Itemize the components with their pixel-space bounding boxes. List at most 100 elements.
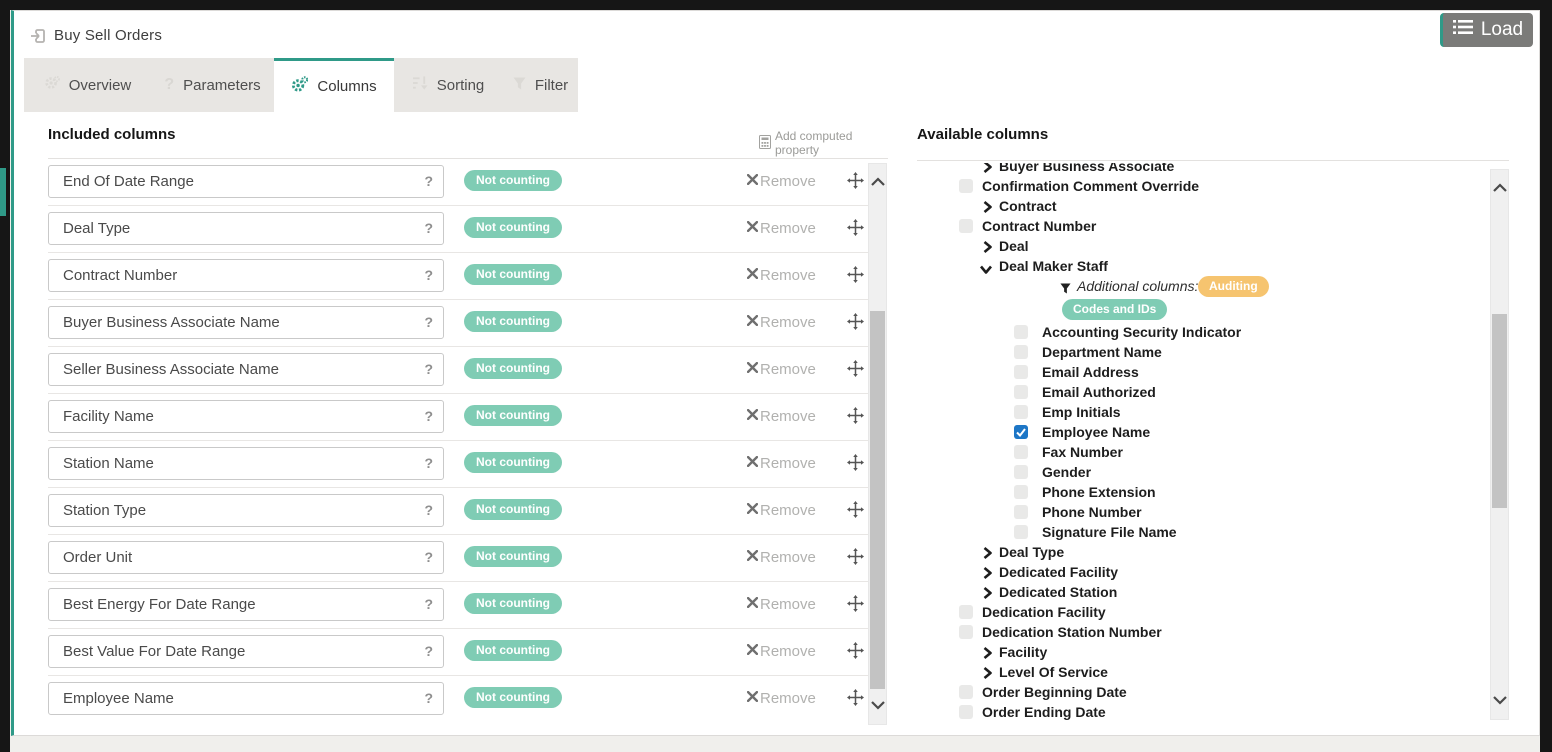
checkbox[interactable] — [1014, 405, 1028, 419]
tree-item[interactable]: Deal — [955, 236, 1485, 256]
available-list-scrollbar[interactable] — [1490, 169, 1509, 720]
checkbox[interactable] — [1014, 385, 1028, 399]
column-name-input[interactable] — [48, 306, 444, 339]
not-counting-badge[interactable]: Not counting — [464, 499, 562, 520]
checkbox[interactable] — [959, 219, 973, 233]
tree-item[interactable]: Buyer Business Associate — [955, 163, 1485, 176]
tree-item[interactable]: Dedicated Station — [955, 582, 1485, 602]
not-counting-badge[interactable]: Not counting — [464, 546, 562, 567]
remove-button[interactable]: Remove — [747, 454, 816, 472]
tree-item[interactable]: Phone Number — [955, 502, 1485, 522]
checkbox[interactable] — [1014, 345, 1028, 359]
column-name-input[interactable] — [48, 259, 444, 292]
help-question-mark[interactable]: ? — [424, 361, 433, 377]
tree-item[interactable]: Contract Number — [955, 216, 1485, 236]
chevron-down-icon[interactable] — [871, 697, 885, 715]
not-counting-badge[interactable]: Not counting — [464, 217, 562, 238]
add-computed-property-button[interactable]: Add computed property — [759, 129, 894, 157]
drag-handle-icon[interactable] — [847, 219, 865, 237]
tree-item[interactable]: Deal Type — [955, 542, 1485, 562]
help-question-mark[interactable]: ? — [424, 502, 433, 518]
additional-columns-pill[interactable]: Auditing — [1198, 276, 1269, 297]
help-question-mark[interactable]: ? — [424, 220, 433, 236]
drag-handle-icon[interactable] — [847, 642, 865, 660]
tree-item[interactable]: Department Name — [955, 342, 1485, 362]
tree-item[interactable]: Emp Initials — [955, 402, 1485, 422]
tree-item[interactable]: Phone Extension — [955, 482, 1485, 502]
help-question-mark[interactable]: ? — [424, 549, 433, 565]
drag-handle-icon[interactable] — [847, 407, 865, 425]
checkbox[interactable] — [959, 705, 973, 719]
column-name-input[interactable] — [48, 541, 444, 574]
not-counting-badge[interactable]: Not counting — [464, 687, 562, 708]
included-list-scrollbar[interactable] — [868, 163, 887, 725]
checkbox[interactable] — [1014, 525, 1028, 539]
not-counting-badge[interactable]: Not counting — [464, 593, 562, 614]
column-name-input[interactable] — [48, 494, 444, 527]
chevron-up-icon[interactable] — [871, 173, 885, 191]
checkbox[interactable] — [1014, 425, 1028, 439]
tree-item[interactable]: Dedication Station Number — [955, 622, 1485, 642]
remove-button[interactable]: Remove — [747, 642, 816, 660]
column-name-input[interactable] — [48, 635, 444, 668]
drag-handle-icon[interactable] — [847, 548, 865, 566]
help-question-mark[interactable]: ? — [424, 314, 433, 330]
help-question-mark[interactable]: ? — [424, 173, 433, 189]
tab-overview[interactable]: Overview — [24, 58, 151, 112]
help-question-mark[interactable]: ? — [424, 596, 433, 612]
column-name-input[interactable] — [48, 212, 444, 245]
column-name-input[interactable] — [48, 400, 444, 433]
tree-item[interactable]: Email Address — [955, 362, 1485, 382]
remove-button[interactable]: Remove — [747, 548, 816, 566]
tree-item[interactable]: Accounting Security Indicator — [955, 322, 1485, 342]
column-name-input[interactable] — [48, 165, 444, 198]
drag-handle-icon[interactable] — [847, 313, 865, 331]
tree-item[interactable]: Level Of Service — [955, 662, 1485, 682]
remove-button[interactable]: Remove — [747, 501, 816, 519]
remove-button[interactable]: Remove — [747, 219, 816, 237]
checkbox[interactable] — [1014, 485, 1028, 499]
not-counting-badge[interactable]: Not counting — [464, 640, 562, 661]
drag-handle-icon[interactable] — [847, 595, 865, 613]
drag-handle-icon[interactable] — [847, 501, 865, 519]
tree-item[interactable]: Gender — [955, 462, 1485, 482]
remove-button[interactable]: Remove — [747, 313, 816, 331]
not-counting-badge[interactable]: Not counting — [464, 311, 562, 332]
tree-item[interactable]: Dedication Facility — [955, 602, 1485, 622]
not-counting-badge[interactable]: Not counting — [464, 358, 562, 379]
checkbox[interactable] — [1014, 505, 1028, 519]
column-name-input[interactable] — [48, 447, 444, 480]
tab-columns[interactable]: Columns — [274, 58, 394, 112]
chevron-up-icon[interactable] — [1493, 179, 1507, 197]
chevron-down-icon[interactable] — [1493, 692, 1507, 710]
remove-button[interactable]: Remove — [747, 595, 816, 613]
tree-item[interactable]: Facility — [955, 642, 1485, 662]
tab-filter[interactable]: Filter — [503, 58, 578, 112]
tree-item[interactable]: Fax Number — [955, 442, 1485, 462]
tree-item[interactable]: Email Authorized — [955, 382, 1485, 402]
drag-handle-icon[interactable] — [847, 266, 865, 284]
help-question-mark[interactable]: ? — [424, 690, 433, 706]
tree-item[interactable]: Order Beginning Date — [955, 682, 1485, 702]
help-question-mark[interactable]: ? — [424, 408, 433, 424]
help-question-mark[interactable]: ? — [424, 643, 433, 659]
checkbox[interactable] — [1014, 445, 1028, 459]
checkbox[interactable] — [1014, 365, 1028, 379]
remove-button[interactable]: Remove — [747, 407, 816, 425]
not-counting-badge[interactable]: Not counting — [464, 452, 562, 473]
scrollbar-thumb[interactable] — [870, 311, 885, 689]
drag-handle-icon[interactable] — [847, 689, 865, 707]
tree-item[interactable]: Confirmation Comment Override — [955, 176, 1485, 196]
additional-columns-pill[interactable]: Codes and IDs — [1062, 299, 1167, 320]
drag-handle-icon[interactable] — [847, 172, 865, 190]
scrollbar-thumb[interactable] — [1492, 314, 1507, 508]
load-button[interactable]: Load — [1440, 13, 1533, 47]
checkbox[interactable] — [959, 685, 973, 699]
help-question-mark[interactable]: ? — [424, 267, 433, 283]
column-name-input[interactable] — [48, 353, 444, 386]
checkbox[interactable] — [959, 625, 973, 639]
not-counting-badge[interactable]: Not counting — [464, 405, 562, 426]
remove-button[interactable]: Remove — [747, 360, 816, 378]
help-question-mark[interactable]: ? — [424, 455, 433, 471]
tree-item[interactable]: Order Ending Date — [955, 702, 1485, 722]
